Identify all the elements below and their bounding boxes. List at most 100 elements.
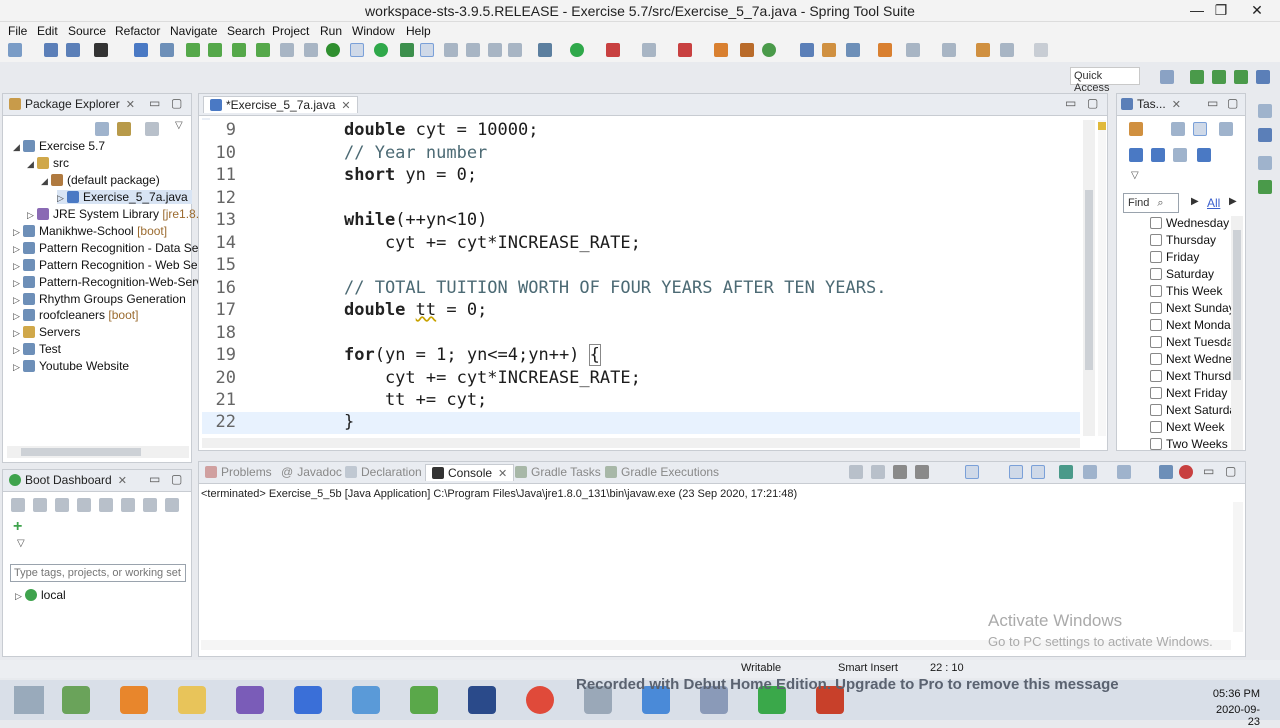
spring-boot-icon[interactable]	[326, 43, 340, 57]
toggle-mark-icon[interactable]	[350, 43, 364, 57]
scheduled-next-icon[interactable]: ▶	[1229, 196, 1237, 207]
horizontal-scrollbar[interactable]	[7, 446, 189, 458]
restore-icon[interactable]	[1258, 104, 1272, 118]
view-menu-icon[interactable]: ▽	[17, 538, 25, 549]
refresh-icon[interactable]	[165, 498, 179, 512]
maximize-icon[interactable]: ▢	[1225, 464, 1236, 478]
tab-gradle-tasks[interactable]: Gradle Tasks	[515, 465, 601, 479]
close-icon[interactable]: ✕	[1172, 99, 1181, 111]
menu-run[interactable]: Run	[320, 24, 342, 38]
close-icon[interactable]: ✕	[118, 475, 127, 487]
all-link[interactable]: All	[1207, 196, 1220, 210]
tree-item-java-file[interactable]: ▷ Exercise_5_7a.java	[57, 190, 192, 204]
list-item[interactable]: Two Weeks	[1150, 437, 1228, 451]
hide-icon[interactable]	[1173, 148, 1187, 162]
focus-icon[interactable]	[145, 122, 159, 136]
tab-console[interactable]: Console ✕	[425, 464, 515, 481]
open-type-icon[interactable]	[400, 43, 414, 57]
sync-icon[interactable]	[1151, 148, 1165, 162]
debug-perspective-icon[interactable]	[1234, 70, 1248, 84]
list-item[interactable]: Friday	[1150, 250, 1199, 264]
scroll-lock-icon[interactable]	[965, 465, 979, 479]
tasks-vertical-scrollbar[interactable]	[1231, 216, 1243, 450]
external-tools-icon[interactable]	[642, 43, 656, 57]
maximize-icon[interactable]: ▢	[1087, 96, 1098, 110]
chrome-console-icon[interactable]	[1179, 465, 1193, 479]
maximize-button[interactable]: ❐	[1204, 0, 1238, 22]
chrome-icon[interactable]	[526, 686, 554, 714]
save-all-icon[interactable]	[66, 43, 80, 57]
add-icon[interactable]: +	[13, 518, 22, 536]
terminate-icon[interactable]	[871, 465, 885, 479]
launch-icon[interactable]	[374, 43, 388, 57]
tab-editor-file[interactable]: *Exercise_5_7a.java ✕	[203, 96, 358, 113]
repository-icon[interactable]	[1197, 148, 1211, 162]
minimize-icon[interactable]: ▭	[149, 96, 160, 110]
notepad-plus-icon[interactable]	[410, 686, 438, 714]
boot-console-icon[interactable]	[1159, 465, 1173, 479]
browser-icon[interactable]	[77, 498, 91, 512]
tree-item-project[interactable]: ▷ Pattern Recognition - Data Ser	[13, 241, 202, 255]
new-task-icon[interactable]	[1129, 122, 1143, 136]
debug-target-icon[interactable]	[94, 43, 108, 57]
eclipse-icon[interactable]	[468, 686, 496, 714]
maximize-icon[interactable]: ▢	[171, 472, 182, 486]
restore-icon[interactable]	[1258, 156, 1272, 170]
vlc-icon[interactable]	[120, 686, 148, 714]
save-icon[interactable]	[44, 43, 58, 57]
close-icon[interactable]: ✕	[498, 468, 507, 480]
list-item[interactable]: Next Wedne	[1150, 352, 1232, 366]
new-spring-icon[interactable]	[762, 43, 776, 57]
tree-item-project[interactable]: ▷ Test	[13, 342, 61, 356]
spring-perspective-icon[interactable]	[1190, 70, 1204, 84]
tree-item-default-package[interactable]: ◢ (default package)	[41, 173, 160, 187]
edit-icon[interactable]	[121, 498, 135, 512]
start-icon[interactable]	[11, 498, 25, 512]
spring-tool-suite-taskbar-icon[interactable]	[62, 686, 90, 714]
list-item[interactable]: Next Sunday	[1150, 301, 1235, 315]
run-icon[interactable]	[570, 43, 584, 57]
tab-javadoc[interactable]: @ Javadoc	[281, 465, 342, 479]
outline-icon[interactable]	[1258, 128, 1272, 142]
find-field[interactable]: Find ⌕	[1123, 193, 1179, 213]
block-select-icon[interactable]	[488, 43, 502, 57]
list-item[interactable]: Next Thursd	[1150, 369, 1231, 383]
menu-edit[interactable]: Edit	[37, 24, 58, 38]
list-item[interactable]: Next Saturda	[1150, 403, 1236, 417]
open-console-icon[interactable]	[1117, 465, 1131, 479]
warning-marker-icon[interactable]	[1098, 122, 1106, 130]
menu-search[interactable]: Search	[227, 24, 265, 38]
maximize-icon[interactable]: ▢	[1227, 96, 1238, 110]
server-profile-icon[interactable]	[232, 43, 246, 57]
list-item[interactable]: This Week	[1150, 284, 1222, 298]
minimize-icon[interactable]: ▭	[149, 472, 160, 486]
visual-studio-icon[interactable]	[236, 686, 264, 714]
highlight-icon[interactable]	[420, 43, 434, 57]
debug-icon[interactable]	[538, 43, 552, 57]
collapse-all-icon[interactable]	[95, 122, 109, 136]
back-icon[interactable]	[1000, 43, 1014, 57]
list-item[interactable]: Next Week	[1150, 420, 1224, 434]
tree-item-project[interactable]: ▷ Rhythm Groups Generation	[13, 292, 186, 306]
properties-icon[interactable]	[143, 498, 157, 512]
tab-problems[interactable]: Problems	[205, 465, 272, 479]
list-item[interactable]: Next Monda	[1150, 318, 1231, 332]
tree-item-src[interactable]: ◢ src	[27, 156, 69, 170]
view-menu-icon[interactable]: ▽	[1131, 170, 1139, 181]
menu-source[interactable]: Source	[68, 24, 106, 38]
server-open-icon[interactable]	[304, 43, 318, 57]
tree-item-project[interactable]: ▷ Pattern Recognition - Web Ser	[13, 258, 202, 272]
server-debug-icon[interactable]	[208, 43, 222, 57]
filter-icon[interactable]	[1129, 148, 1143, 162]
new-class-icon[interactable]	[714, 43, 728, 57]
list-item[interactable]: Next Friday	[1150, 386, 1227, 400]
tab-tasks[interactable]: Tas... ✕	[1121, 97, 1181, 111]
editor-vertical-scrollbar[interactable]	[1083, 120, 1095, 436]
java-perspective-icon[interactable]	[1256, 70, 1270, 84]
open-task-icon[interactable]	[800, 43, 814, 57]
new-icon[interactable]	[8, 43, 22, 57]
code-area[interactable]: 9 double cyt = 10000; 10 // Year number 11…	[202, 120, 1080, 436]
list-item[interactable]: Wednesday	[1150, 216, 1229, 230]
tree-item-local[interactable]: ▷ local	[15, 588, 66, 602]
menu-navigate[interactable]: Navigate	[170, 24, 217, 38]
